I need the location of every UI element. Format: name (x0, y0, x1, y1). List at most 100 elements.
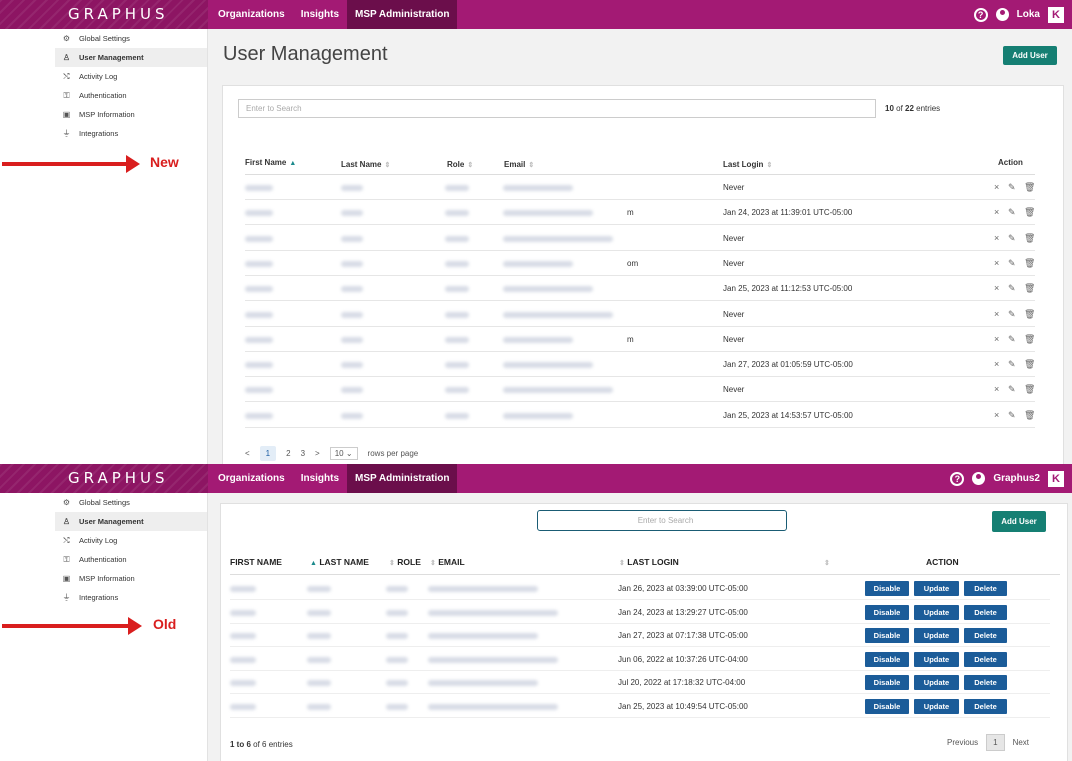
next-page-icon[interactable]: > (315, 449, 320, 458)
help-icon[interactable]: ? (950, 471, 965, 486)
update-button[interactable]: Update (914, 628, 959, 643)
trash-icon[interactable]: 🗑 (1024, 207, 1035, 218)
column-header-sort-extra[interactable]: ⇕ (821, 557, 830, 567)
nav-insights[interactable]: Insights (293, 464, 347, 493)
trash-icon[interactable]: 🗑 (1024, 410, 1035, 421)
sidebar-item-integrations[interactable]: ⏚ Integrations (55, 124, 207, 143)
user-name[interactable]: Loka (1017, 9, 1040, 20)
update-button[interactable]: Update (914, 581, 959, 596)
column-header-last-login[interactable]: Last Login ⇕ (723, 160, 772, 169)
trash-icon[interactable]: 🗑 (1024, 182, 1035, 193)
sidebar-item-user-management[interactable]: ♙ User Management (55, 48, 207, 67)
disable-button[interactable]: Disable (865, 581, 909, 596)
edit-icon[interactable]: ✎ (1008, 182, 1016, 193)
add-user-button[interactable]: Add User (992, 511, 1046, 532)
nav-organizations[interactable]: Organizations (210, 0, 293, 29)
column-header-first-name[interactable]: FIRST NAME (230, 557, 282, 567)
column-header-email[interactable]: Email ⇕ (504, 160, 534, 169)
edit-icon[interactable]: ✎ (1008, 283, 1016, 294)
next-page-button[interactable]: Next (1013, 738, 1029, 747)
kaseya-icon[interactable]: K (1048, 6, 1064, 23)
graphus-logo[interactable]: GRAPHUS (68, 469, 169, 487)
nav-msp-administration[interactable]: MSP Administration (347, 464, 458, 493)
search-input[interactable]: Enter to Search (238, 99, 876, 118)
delete-button[interactable]: Delete (964, 651, 1007, 667)
delete-button[interactable]: Delete (964, 604, 1007, 620)
nav-msp-administration[interactable]: MSP Administration (347, 0, 458, 29)
column-header-first-name[interactable]: First Name ▲ (245, 158, 296, 167)
update-button[interactable]: Update (914, 604, 959, 620)
sidebar-item-authentication[interactable]: ⚿ Authentication (55, 86, 207, 105)
trash-icon[interactable]: 🗑 (1024, 384, 1035, 395)
sidebar-item-integrations[interactable]: ⏚ Integrations (55, 588, 207, 607)
kaseya-icon[interactable]: K (1048, 470, 1064, 487)
update-button[interactable]: Update (914, 675, 959, 690)
close-icon[interactable]: × (994, 384, 999, 394)
sidebar-item-activity-log[interactable]: ⤭ Activity Log (55, 531, 207, 550)
nav-organizations[interactable]: Organizations (210, 464, 293, 493)
nav-insights[interactable]: Insights (293, 0, 347, 29)
page-link-1[interactable]: 1 (986, 734, 1005, 751)
user-avatar-icon[interactable] (995, 8, 1009, 21)
trash-icon[interactable]: 🗑 (1024, 258, 1035, 269)
sidebar-item-authentication[interactable]: ⚿ Authentication (55, 550, 207, 569)
help-icon[interactable]: ? (973, 7, 988, 22)
close-icon[interactable]: × (994, 334, 999, 344)
edit-icon[interactable]: ✎ (1008, 334, 1016, 345)
prev-page-icon[interactable]: < (245, 449, 250, 458)
disable-button[interactable]: Disable (865, 628, 909, 643)
trash-icon[interactable]: 🗑 (1024, 309, 1035, 320)
update-button[interactable]: Update (914, 698, 959, 714)
close-icon[interactable]: × (994, 309, 999, 319)
sidebar-item-global-settings[interactable]: ⚙ Global Settings (55, 29, 207, 48)
close-icon[interactable]: × (994, 233, 999, 243)
disable-button[interactable]: Disable (865, 651, 909, 667)
delete-button[interactable]: Delete (964, 628, 1007, 643)
rows-per-page-select[interactable]: 10 ⌄ (329, 447, 358, 460)
close-icon[interactable]: × (994, 258, 999, 268)
disable-button[interactable]: Disable (865, 604, 909, 620)
column-header-role[interactable]: Role ⇕ (447, 160, 473, 169)
search-input[interactable]: Enter to Search (537, 510, 787, 531)
disable-button[interactable]: Disable (865, 675, 909, 690)
disable-button[interactable]: Disable (865, 698, 909, 714)
column-header-last-login[interactable]: ⇕ LAST LOGIN (616, 557, 679, 567)
column-header-last-name[interactable]: Last Name ⇕ (341, 160, 390, 169)
column-header-email[interactable]: ⇕ EMAIL (427, 557, 465, 567)
column-header-last-name[interactable]: ▲ LAST NAME (307, 557, 369, 567)
page-link-3[interactable]: 3 (301, 449, 305, 458)
page-link-1[interactable]: 1 (259, 446, 277, 461)
trash-icon[interactable]: 🗑 (1024, 233, 1035, 244)
trash-icon[interactable]: 🗑 (1024, 283, 1035, 294)
previous-page-button[interactable]: Previous (947, 738, 978, 747)
user-name[interactable]: Graphus2 (993, 473, 1040, 484)
sidebar-item-activity-log[interactable]: ⤭ Activity Log (55, 67, 207, 86)
graphus-logo[interactable]: GRAPHUS (68, 5, 169, 23)
close-icon[interactable]: × (994, 182, 999, 192)
update-button[interactable]: Update (914, 651, 959, 667)
close-icon[interactable]: × (994, 410, 999, 420)
user-avatar-icon[interactable] (972, 472, 986, 485)
edit-icon[interactable]: ✎ (1008, 207, 1016, 218)
edit-icon[interactable]: ✎ (1008, 384, 1016, 395)
delete-button[interactable]: Delete (964, 581, 1007, 596)
edit-icon[interactable]: ✎ (1008, 309, 1016, 320)
sidebar-item-msp-information[interactable]: ▣ MSP Information (55, 569, 207, 588)
trash-icon[interactable]: 🗑 (1024, 334, 1035, 345)
trash-icon[interactable]: 🗑 (1024, 359, 1035, 370)
page-link-2[interactable]: 2 (286, 449, 290, 458)
close-icon[interactable]: × (994, 283, 999, 293)
edit-icon[interactable]: ✎ (1008, 258, 1016, 269)
delete-button[interactable]: Delete (964, 675, 1007, 690)
sidebar-item-global-settings[interactable]: ⚙ Global Settings (55, 493, 207, 512)
close-icon[interactable]: × (994, 207, 999, 217)
edit-icon[interactable]: ✎ (1008, 233, 1016, 244)
close-icon[interactable]: × (994, 359, 999, 369)
add-user-button[interactable]: Add User (1003, 46, 1057, 65)
sidebar-item-user-management[interactable]: ♙ User Management (55, 512, 207, 531)
edit-icon[interactable]: ✎ (1008, 410, 1016, 421)
edit-icon[interactable]: ✎ (1008, 359, 1016, 370)
column-header-role[interactable]: ⇕ ROLE (386, 557, 421, 567)
sidebar-item-msp-information[interactable]: ▣ MSP Information (55, 105, 207, 124)
delete-button[interactable]: Delete (964, 698, 1007, 714)
